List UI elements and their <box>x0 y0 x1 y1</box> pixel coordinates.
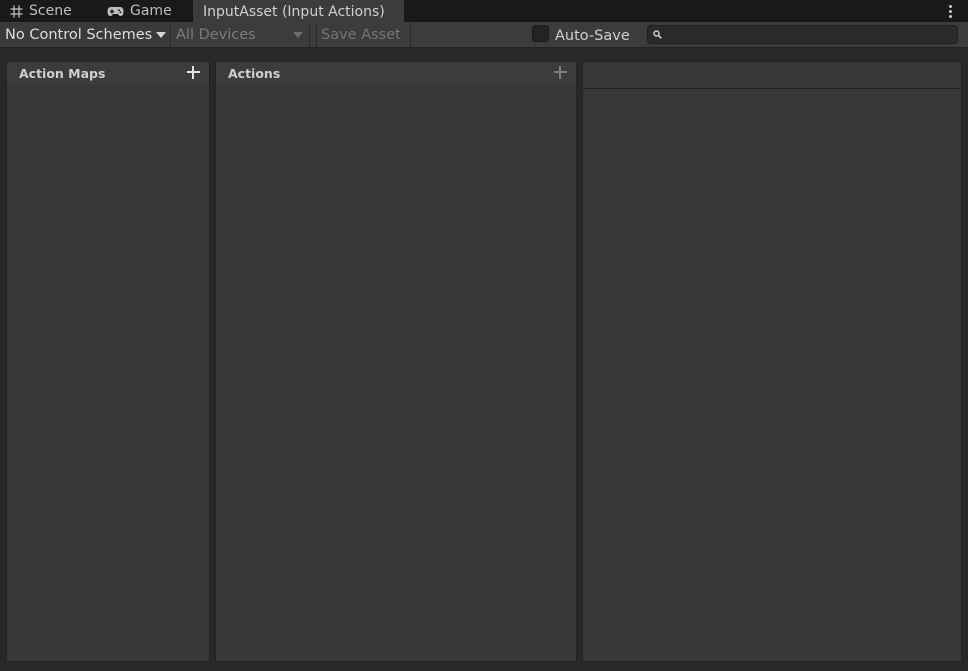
search-input[interactable] <box>647 25 958 44</box>
action-maps-header: Action Maps <box>7 62 209 86</box>
save-asset-button[interactable]: Save Asset <box>316 23 411 47</box>
tab-scene[interactable]: Scene <box>0 0 96 22</box>
action-maps-panel: Action Maps <box>6 61 210 662</box>
grid-hash-icon <box>10 5 23 17</box>
auto-save-checkbox[interactable] <box>532 25 549 42</box>
tab-input-asset-label: InputAsset (Input Actions) <box>203 3 385 20</box>
actions-title: Actions <box>228 66 281 81</box>
save-asset-label: Save Asset <box>321 27 401 43</box>
gamepad-icon <box>107 6 124 16</box>
chevron-down-icon <box>156 32 166 38</box>
tab-game[interactable]: Game <box>97 0 193 22</box>
input-actions-toolbar: No Control Schemes All Devices Save Asse… <box>0 22 968 48</box>
tab-game-label: Game <box>130 3 172 19</box>
search-icon <box>653 30 662 39</box>
properties-panel <box>582 61 962 662</box>
control-schemes-label: No Control Schemes <box>5 27 153 43</box>
chevron-down-icon <box>293 32 303 38</box>
tab-input-asset[interactable]: InputAsset (Input Actions) <box>193 0 404 22</box>
properties-header <box>583 62 961 89</box>
add-action-plus-icon[interactable] <box>554 66 567 79</box>
window-tab-bar: Scene Game InputAsset (Input Actions) <box>0 0 968 22</box>
actions-panel: Actions <box>215 61 577 662</box>
tab-scene-label: Scene <box>29 3 72 19</box>
control-schemes-dropdown[interactable]: No Control Schemes <box>0 23 171 47</box>
devices-dropdown[interactable]: All Devices <box>172 23 310 47</box>
action-maps-title: Action Maps <box>19 66 106 81</box>
add-action-map-plus-icon[interactable] <box>187 66 200 79</box>
actions-header: Actions <box>216 62 576 86</box>
auto-save-label: Auto-Save <box>555 28 630 44</box>
devices-label: All Devices <box>176 27 256 43</box>
window-menu-kebab-icon[interactable] <box>942 2 958 20</box>
